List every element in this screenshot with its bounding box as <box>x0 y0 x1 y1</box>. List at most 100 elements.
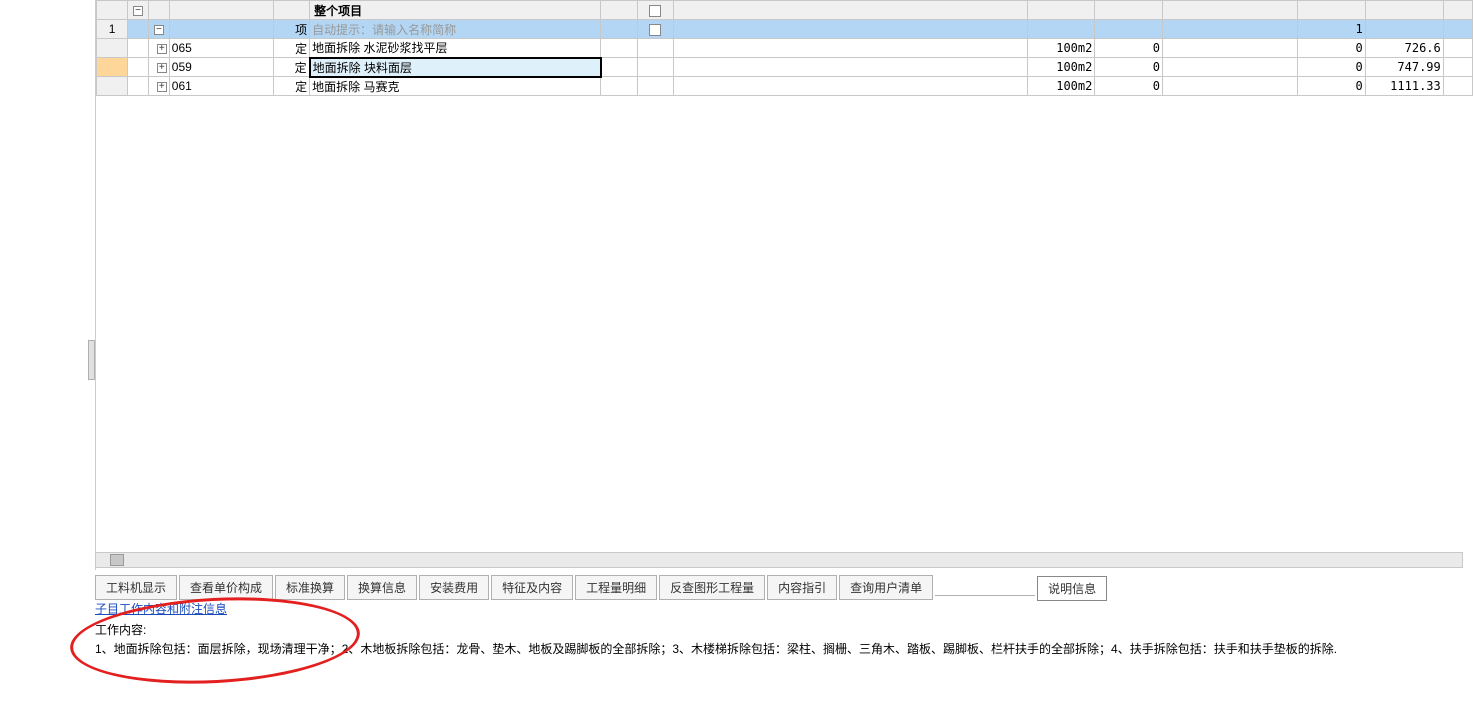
cell <box>1443 77 1472 96</box>
cell[interactable] <box>1162 77 1297 96</box>
cell[interactable] <box>674 20 1028 39</box>
tab-content-guide[interactable]: 内容指引 <box>767 575 837 600</box>
code-cell[interactable]: 061 <box>169 77 273 96</box>
tab-install-fee[interactable]: 安装费用 <box>419 575 489 600</box>
header-cell <box>1027 1 1095 20</box>
code-cell[interactable]: 065 <box>169 39 273 58</box>
type-cell: 定 <box>273 58 309 77</box>
tree-toggle[interactable]: + <box>148 58 169 77</box>
cell <box>1443 39 1472 58</box>
unit-cell[interactable]: 100m2 <box>1027 77 1095 96</box>
header-cell <box>1162 1 1297 20</box>
table-row-selected[interactable]: + 059 定 地面拆除 块料面层 100m2 0 0 747.99 <box>97 58 1473 77</box>
cell <box>601 58 637 77</box>
info-body: 1、地面拆除包括：面层拆除，现场清理干净；2、木地板拆除包括：龙骨、垫木、地板及… <box>95 640 1463 658</box>
tab-feature-content[interactable]: 特征及内容 <box>491 575 573 600</box>
qty2-cell[interactable]: 0 <box>1298 58 1366 77</box>
type-cell: 项 <box>273 20 309 39</box>
type-cell: 定 <box>273 39 309 58</box>
table-row[interactable]: + 065 定 地面拆除 水泥砂浆找平层 100m2 0 0 726.6 <box>97 39 1473 58</box>
tab-query-user-list[interactable]: 查询用户清单 <box>839 575 933 600</box>
header-rownum <box>97 1 128 20</box>
collapse-icon: − <box>133 6 143 16</box>
tab-description-info[interactable]: 说明信息 <box>1037 576 1107 601</box>
tab-convert-info[interactable]: 换算信息 <box>347 575 417 600</box>
qty-cell[interactable]: 0 <box>1095 58 1163 77</box>
cell <box>637 58 673 77</box>
rownum-cell <box>97 39 128 58</box>
qty-cell[interactable]: 0 <box>1095 39 1163 58</box>
bottom-tab-bar: 工料机显示 查看单价构成 标准换算 换算信息 安装费用 特征及内容 工程量明细 … <box>95 576 1463 598</box>
info-panel: 子目工作内容和附注信息 工作内容: 1、地面拆除包括：面层拆除，现场清理干净；2… <box>95 600 1463 658</box>
rownum-cell: 1 <box>97 20 128 39</box>
table-row[interactable]: 1 − 项 自动提示：请输入名称简称 1 <box>97 20 1473 39</box>
table-row[interactable]: + 061 定 地面拆除 马赛克 100m2 0 0 1111.33 <box>97 77 1473 96</box>
tab-price-compose[interactable]: 查看单价构成 <box>179 575 273 600</box>
header-cell <box>674 1 1028 20</box>
price-cell[interactable] <box>1365 20 1443 39</box>
left-splitter-handle[interactable] <box>88 340 95 380</box>
expand-icon: + <box>157 44 167 54</box>
cell <box>637 39 673 58</box>
qty2-cell[interactable]: 0 <box>1298 39 1366 58</box>
tab-qty-detail[interactable]: 工程量明细 <box>575 575 657 600</box>
cell[interactable] <box>674 77 1028 96</box>
scrollbar-thumb[interactable] <box>110 554 124 566</box>
cell <box>1443 20 1472 39</box>
cell[interactable] <box>674 58 1028 77</box>
header-cell <box>1095 1 1163 20</box>
tree-cell <box>128 58 149 77</box>
header-cell <box>601 1 637 20</box>
tree-toggle[interactable]: − <box>148 20 169 39</box>
price-cell[interactable]: 747.99 <box>1365 58 1443 77</box>
cell[interactable] <box>674 39 1028 58</box>
cell <box>601 77 637 96</box>
cell <box>637 77 673 96</box>
header-cell <box>1443 1 1472 20</box>
tree-cell <box>128 39 149 58</box>
grid-header-row: − 整个项目 <box>97 1 1473 20</box>
code-cell[interactable]: 059 <box>169 58 273 77</box>
name-cell[interactable]: 地面拆除 水泥砂浆找平层 <box>310 39 601 58</box>
tab-reverse-query[interactable]: 反查图形工程量 <box>659 575 765 600</box>
cell <box>601 39 637 58</box>
qty-cell[interactable]: 0 <box>1095 77 1163 96</box>
qty2-cell[interactable]: 1 <box>1298 20 1366 39</box>
info-link[interactable]: 子目工作内容和附注信息 <box>95 602 227 616</box>
header-cell <box>148 1 169 20</box>
unit-cell[interactable]: 100m2 <box>1027 39 1095 58</box>
header-checkbox[interactable] <box>637 1 673 20</box>
tab-standard-convert[interactable]: 标准换算 <box>275 575 345 600</box>
tab-material[interactable]: 工料机显示 <box>95 575 177 600</box>
info-title: 工作内容: <box>95 621 1463 638</box>
qty2-cell[interactable]: 0 <box>1298 77 1366 96</box>
row-checkbox[interactable] <box>637 20 673 39</box>
horizontal-scrollbar[interactable] <box>95 552 1463 568</box>
rownum-cell <box>97 58 128 77</box>
header-cell <box>273 1 309 20</box>
checkbox-icon <box>649 5 661 17</box>
data-grid: − 整个项目 1 − 项 <box>96 0 1473 96</box>
header-cell <box>1365 1 1443 20</box>
left-gutter <box>0 0 95 717</box>
name-cell-placeholder[interactable]: 自动提示：请输入名称简称 <box>310 20 601 39</box>
tree-toggle[interactable]: + <box>148 39 169 58</box>
name-cell[interactable]: 地面拆除 马赛克 <box>310 77 601 96</box>
unit-cell[interactable] <box>1027 20 1095 39</box>
code-cell[interactable] <box>169 20 273 39</box>
tree-cell <box>128 77 149 96</box>
header-toggle[interactable]: − <box>128 1 149 20</box>
checkbox-icon <box>649 24 661 36</box>
tree-toggle[interactable]: + <box>148 77 169 96</box>
cell[interactable] <box>1162 20 1297 39</box>
type-cell: 定 <box>273 77 309 96</box>
qty-cell[interactable] <box>1095 20 1163 39</box>
cell[interactable] <box>1162 58 1297 77</box>
unit-cell[interactable]: 100m2 <box>1027 58 1095 77</box>
cell[interactable] <box>1162 39 1297 58</box>
price-cell[interactable]: 726.6 <box>1365 39 1443 58</box>
header-name[interactable]: 整个项目 <box>310 1 601 20</box>
price-cell[interactable]: 1111.33 <box>1365 77 1443 96</box>
header-cell <box>1298 1 1366 20</box>
name-cell-editing[interactable]: 地面拆除 块料面层 <box>310 58 601 77</box>
